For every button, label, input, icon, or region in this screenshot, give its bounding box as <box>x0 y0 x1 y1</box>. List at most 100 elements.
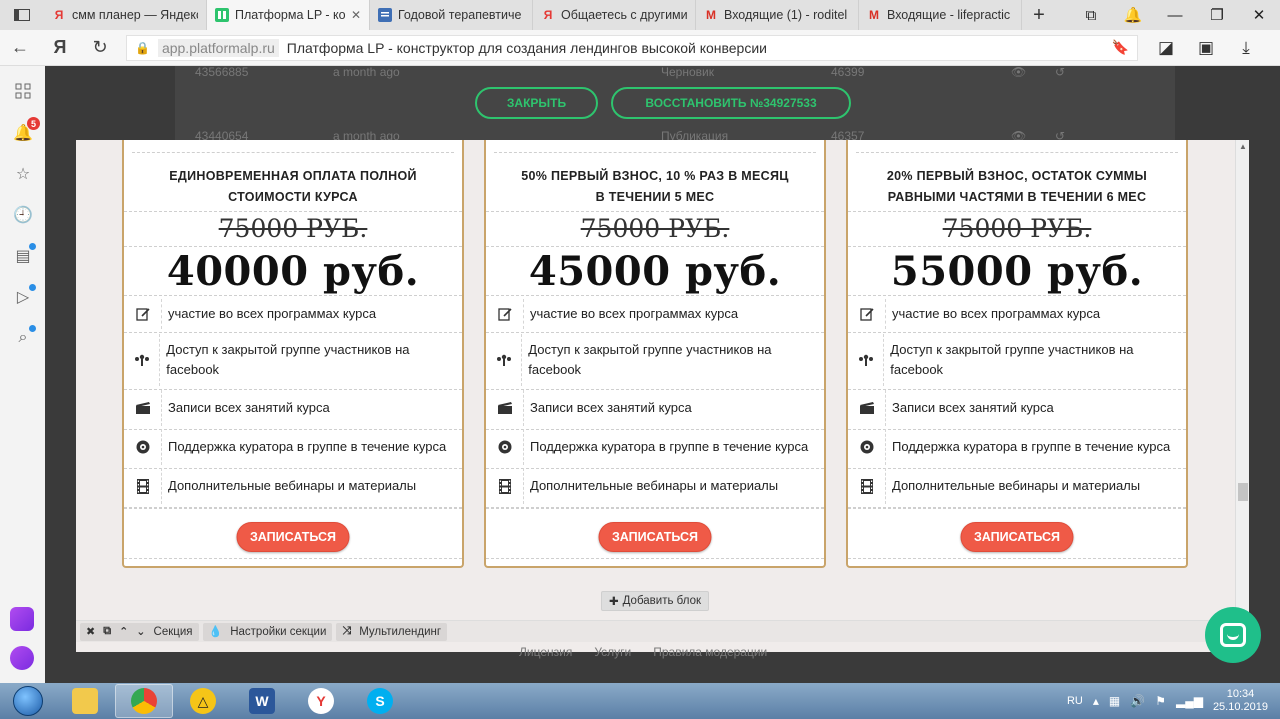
feature-item: Дополнительные вебинары и материалы <box>848 468 1186 504</box>
feature-text: Записи всех занятий курса <box>530 400 692 415</box>
feature-text: Поддержка куратора в группе в течение ку… <box>168 439 447 454</box>
chrome-icon <box>131 688 157 714</box>
section-settings-button[interactable]: 💧 Настройки секции <box>202 622 333 641</box>
system-tray: RU ▴ ▦ 🔊 ⚑ ▂▄▆ 10:34 25.10.2019 <box>1067 688 1280 714</box>
droplet-icon: 💧 <box>208 626 223 638</box>
multilanding-button[interactable]: ⤨ Мультилендинг <box>336 622 448 641</box>
section-label: Секция <box>153 625 193 638</box>
feature-text: Доступ к закрытой группе участников на f… <box>166 342 410 377</box>
film-icon <box>486 468 524 504</box>
restore-version-button[interactable]: ВОССТАНОВИТЬ №34927533 <box>611 87 851 119</box>
pricing-card: ЕДИНОВРЕМЕННАЯ ОПЛАТА ПОЛНОЙ СТОИМОСТИ К… <box>122 140 464 568</box>
volume-icon[interactable]: 🔊 <box>1130 694 1145 708</box>
url-host: app.platformalp.ru <box>157 38 279 57</box>
plan-name: 50% ПЕРВЫЙ ВЗНОС, 10 % РАЗ В МЕСЯЦ В ТЕЧ… <box>521 169 789 204</box>
footer-link-services[interactable]: Услуги <box>594 645 631 659</box>
new-tab-button[interactable]: + <box>1022 0 1056 30</box>
play-icon[interactable]: ▷ <box>12 284 36 308</box>
edit-icon <box>124 299 162 329</box>
bell-icon[interactable]: 🔔 5 <box>12 117 40 144</box>
plus-icon: ✚ <box>609 596 619 608</box>
messenger-icon[interactable] <box>10 607 34 631</box>
lock-icon: 🔒 <box>135 40 150 55</box>
browser-tab-bar: Я смм планер — Яндекс Платформа LP - кон… <box>0 0 1280 30</box>
network-icon[interactable]: ▦ <box>1109 694 1120 708</box>
language-indicator[interactable]: RU <box>1067 695 1083 707</box>
feature-text: Поддержка куратора в группе в течение ку… <box>892 439 1171 454</box>
close-tab-icon[interactable]: ✕ <box>351 8 361 22</box>
download-icon[interactable]: ⤓ <box>1228 38 1264 58</box>
taskbar-chrome[interactable] <box>115 684 173 718</box>
footer-link-license[interactable]: Лицензия <box>519 645 572 659</box>
delete-section-icon[interactable]: ✖ <box>86 625 95 638</box>
grid-icon[interactable] <box>12 80 34 102</box>
copy-section-icon[interactable]: ⧉ <box>103 625 111 638</box>
warning-triangle-icon: △ <box>190 688 216 714</box>
taskbar-app[interactable]: △ <box>174 684 232 718</box>
extensions-icon[interactable]: ▣ <box>1188 38 1224 58</box>
reload-icon[interactable]: ↻ <box>80 37 120 58</box>
minimize-icon[interactable]: — <box>1154 0 1196 30</box>
undo-icon[interactable]: ↺ <box>1055 66 1065 79</box>
close-button[interactable]: ЗАКРЫТЬ <box>475 87 598 119</box>
plan-price: 40000 руб. <box>166 248 420 295</box>
feature-item: Дополнительные вебинары и материалы <box>124 468 462 504</box>
old-price: 75000 РУБ. <box>580 214 730 243</box>
collections-icon[interactable]: ▤ <box>12 243 36 267</box>
browser-tab-6[interactable]: M Входящие - lifepractic <box>859 0 1022 30</box>
signup-button[interactable]: ЗАПИСАТЬСЯ <box>598 522 712 552</box>
yandex-home-icon[interactable]: Я <box>40 37 80 58</box>
eye-icon[interactable]: 👁 <box>1011 66 1026 79</box>
shuffle-icon: ⤨ <box>342 625 352 637</box>
start-button[interactable] <box>0 683 56 719</box>
scrollbar-thumb[interactable] <box>1238 483 1248 501</box>
clapperboard-icon <box>124 390 162 426</box>
pricing-card: 50% ПЕРВЫЙ ВЗНОС, 10 % РАЗ В МЕСЯЦ В ТЕЧ… <box>484 140 826 568</box>
browser-tab-1[interactable]: Я смм планер — Яндекс <box>44 0 207 30</box>
taskbar-explorer[interactable] <box>56 684 114 718</box>
taskbar-word[interactable]: W <box>233 684 291 718</box>
feature-text: Поддержка куратора в группе в течение ку… <box>530 439 809 454</box>
flag-icon[interactable]: ⚑ <box>1155 694 1166 708</box>
browser-tab-5[interactable]: M Входящие (1) - roditel <box>696 0 859 30</box>
browser-tab-3[interactable]: Годовой терапевтиче <box>370 0 533 30</box>
back-arrow-icon[interactable]: ← <box>0 37 40 58</box>
signup-button[interactable]: ЗАПИСАТЬСЯ <box>236 522 350 552</box>
sidebar-toggle-icon[interactable] <box>0 0 44 30</box>
tray-arrow-icon[interactable]: ▴ <box>1093 694 1099 708</box>
protect-icon[interactable]: ◪ <box>1148 38 1184 58</box>
browser-tab-4[interactable]: Я Общаетесь с другими <box>533 0 696 30</box>
clock[interactable]: 10:34 25.10.2019 <box>1213 688 1268 714</box>
move-down-icon[interactable]: ⌄ <box>136 625 145 638</box>
network-icon <box>486 334 523 386</box>
feature-item: Записи всех занятий курса <box>486 390 824 426</box>
move-up-icon[interactable]: ⌃ <box>119 625 128 638</box>
signup-button[interactable]: ЗАПИСАТЬСЯ <box>960 522 1074 552</box>
feature-text: Записи всех занятий курса <box>892 400 1054 415</box>
bookmark-icon[interactable]: 🔖 <box>1112 39 1129 56</box>
feature-text: Доступ к закрытой группе участников на f… <box>890 342 1134 377</box>
star-icon[interactable]: ☆ <box>12 163 34 185</box>
search-doc-icon[interactable]: ⌕ <box>12 325 36 349</box>
taskbar-yandex-browser[interactable]: Y <box>292 684 350 718</box>
url-field[interactable]: 🔒 app.platformalp.ru Платформа LP - конс… <box>126 34 1138 61</box>
feature-text: участие во всех программах курса <box>892 306 1101 321</box>
footer-link-moderation[interactable]: Правила модерации <box>653 645 767 659</box>
alice-icon[interactable] <box>10 646 34 670</box>
film-icon <box>124 468 162 504</box>
close-window-icon[interactable]: ✕ <box>1238 0 1280 30</box>
notifications-bell-icon[interactable]: 🔔 <box>1112 0 1154 30</box>
chat-widget-button[interactable] <box>1205 607 1261 663</box>
network-icon <box>848 334 885 386</box>
downloads-panel-icon[interactable]: ⧉ <box>1070 0 1112 30</box>
edit-icon <box>486 299 524 329</box>
browser-tab-2[interactable]: Платформа LP - кон ✕ <box>207 0 370 30</box>
restore-window-icon[interactable]: ❐ <box>1196 0 1238 30</box>
feature-item: участие во всех программах курса <box>848 299 1186 329</box>
signal-icon[interactable]: ▂▄▆ <box>1176 694 1203 708</box>
editor-scrollbar[interactable]: ▲ <box>1235 140 1249 652</box>
history-clock-icon[interactable]: 🕘 <box>12 204 34 226</box>
add-block-button[interactable]: ✚ Добавить блок <box>601 591 709 611</box>
taskbar-skype[interactable]: S <box>351 684 409 718</box>
scroll-up-icon[interactable]: ▲ <box>1239 142 1247 151</box>
